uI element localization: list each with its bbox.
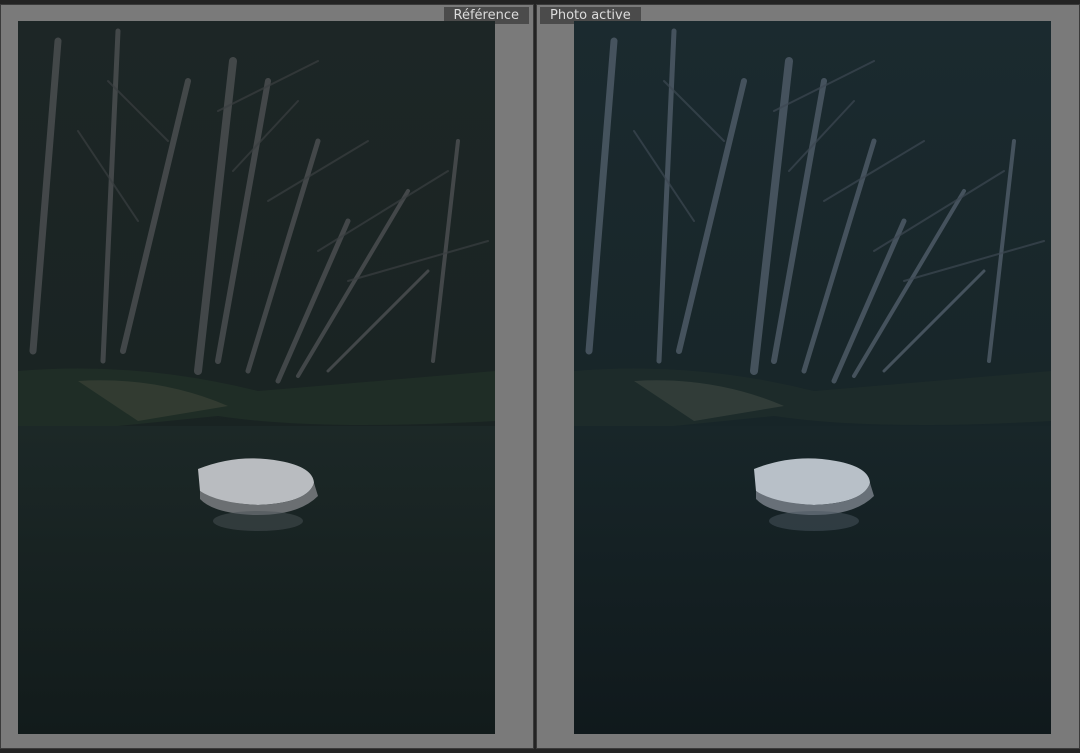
reference-pane[interactable]: Référence: [0, 4, 534, 749]
forest-river-rock-photo-icon: [18, 21, 495, 734]
compare-view: Référence Photo active: [0, 0, 1080, 753]
active-pane[interactable]: Photo active: [536, 4, 1080, 749]
reference-photo[interactable]: [18, 21, 495, 734]
active-photo[interactable]: [574, 21, 1051, 734]
forest-river-rock-photo-icon: [574, 21, 1051, 734]
